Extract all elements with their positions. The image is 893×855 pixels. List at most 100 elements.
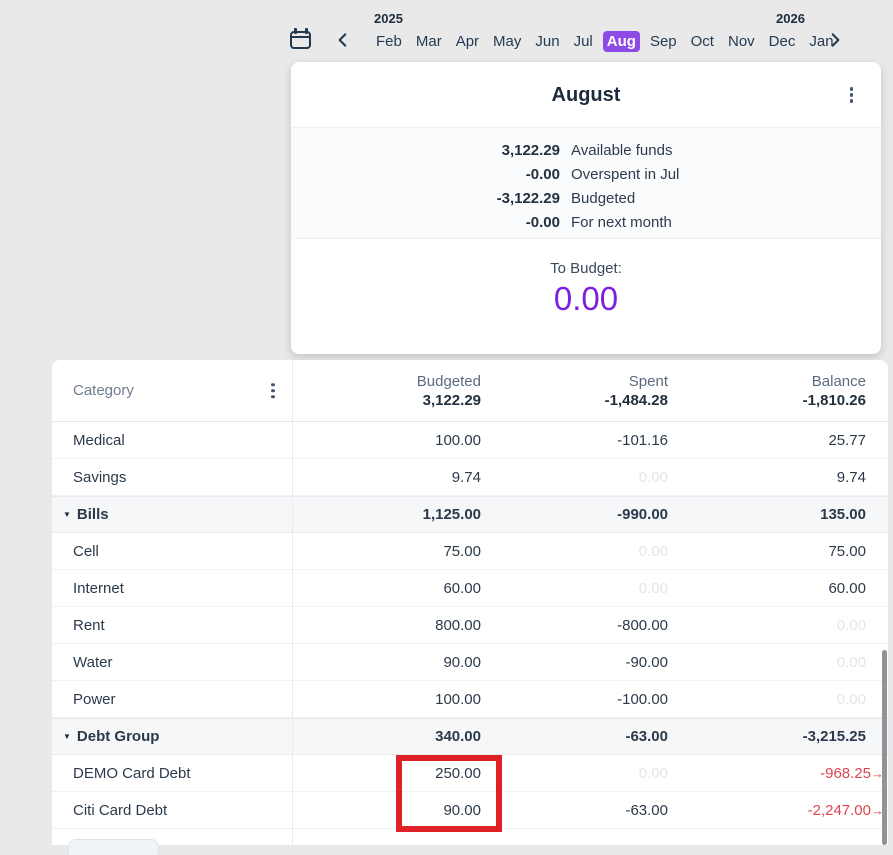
add-group-button[interactable] [68, 839, 159, 855]
category-row-cell: Cell 75.000.0075.00 [52, 533, 888, 570]
category-label: Power [73, 691, 116, 708]
balance-cell[interactable]: 75.00 [668, 543, 888, 560]
spent-cell[interactable]: 0.00 [481, 580, 668, 597]
summary-label: Available funds [571, 142, 672, 159]
summary-value: -0.00 [291, 214, 560, 231]
calendar-button[interactable] [290, 28, 312, 50]
spent-cell[interactable]: -800.00 [481, 617, 668, 634]
category-label: Savings [73, 469, 126, 486]
category-name[interactable]: Internet [52, 580, 292, 597]
spent-cell[interactable]: -63.00 [481, 802, 668, 819]
summary-value: -0.00 [291, 166, 560, 183]
chevron-left-icon[interactable] [334, 31, 352, 49]
category-row-medical: Medical 100.00-101.1625.77 [52, 422, 888, 459]
category-label: Bills [77, 506, 109, 523]
category-name[interactable]: Cell [52, 543, 292, 560]
month-summary: 3,122.29 Available funds -0.00 Overspent in… [291, 127, 881, 239]
to-budget-value[interactable]: 0.00 [291, 280, 881, 318]
category-label: Cell [73, 543, 99, 560]
balance-cell[interactable]: 135.00 [668, 506, 888, 523]
summary-line: -0.00 For next month [291, 210, 881, 234]
budgeted-cell[interactable]: 800.00 [292, 617, 481, 634]
balance-cell[interactable]: -3,215.25 [668, 728, 888, 745]
budgeted-column-header[interactable]: Budgeted 3,122.29 [292, 372, 481, 410]
budgeted-cell[interactable]: 90.00 [292, 654, 481, 671]
summary-label: For next month [571, 214, 672, 231]
category-name[interactable]: Rent [52, 617, 292, 634]
budgeted-cell[interactable]: 250.00 [292, 765, 481, 782]
spent-cell[interactable]: 0.00 [481, 765, 668, 782]
spent-cell[interactable]: -100.00 [481, 691, 668, 708]
budgeted-cell[interactable]: 100.00 [292, 691, 481, 708]
month-tab-sep[interactable]: Sep [646, 31, 681, 52]
collapse-triangle-icon[interactable]: ▼ [63, 732, 71, 741]
category-label: Medical [73, 432, 125, 449]
month-tab-aug[interactable]: Aug [603, 31, 640, 52]
year-label-right: 2026 [776, 11, 805, 26]
category-name[interactable]: Citi Card Debt [52, 802, 292, 819]
category-header: Category [52, 360, 292, 421]
column-divider [292, 360, 293, 845]
month-tab-oct[interactable]: Oct [687, 31, 718, 52]
category-name[interactable]: ▼ Bills [52, 506, 292, 523]
balance-cell[interactable]: 9.74 [668, 469, 888, 486]
collapse-triangle-icon[interactable]: ▼ [63, 510, 71, 519]
month-tab-nov[interactable]: Nov [724, 31, 759, 52]
budgeted-cell[interactable]: 60.00 [292, 580, 481, 597]
category-name[interactable]: Savings [52, 469, 292, 486]
spent-cell[interactable]: -63.00 [481, 728, 668, 745]
balance-cell[interactable]: 0.00 [668, 617, 888, 634]
budgeted-cell[interactable]: 90.00 [292, 802, 481, 819]
month-tab-feb[interactable]: Feb [372, 31, 406, 52]
summary-line: 3,122.29 Available funds [291, 138, 881, 162]
summary-label: Overspent in Jul [571, 166, 679, 183]
category-row-demo-card-debt: DEMO Card Debt 250.000.00-968.25→ [52, 755, 888, 792]
budget-table: Category Budgeted 3,122.29 Spent -1,484.… [52, 360, 888, 845]
spent-cell[interactable]: 0.00 [481, 543, 668, 560]
spent-cell[interactable]: 0.00 [481, 469, 668, 486]
spent-column-header[interactable]: Spent -1,484.28 [481, 372, 668, 410]
category-row-water: Water 90.00-90.000.00 [52, 644, 888, 681]
category-row-savings: Savings 9.740.009.74 [52, 459, 888, 496]
summary-value: 3,122.29 [291, 142, 560, 159]
balance-cell[interactable]: -968.25→ [668, 765, 888, 782]
category-label: Water [73, 654, 112, 671]
month-strip: Feb Mar Apr May Jun Jul Aug Sep Oct Nov DecJan [372, 29, 838, 53]
budgeted-cell[interactable]: 340.00 [292, 728, 481, 745]
summary-value: -3,122.29 [291, 190, 560, 207]
category-row-citi-card-debt: Citi Card Debt90.00-63.00-2,247.00→ [52, 792, 888, 829]
month-tab-jan[interactable]: Jan [805, 31, 837, 52]
month-tab-jun[interactable]: Jun [531, 31, 563, 52]
card-header: August [291, 62, 881, 127]
category-name[interactable]: DEMO Card Debt [52, 765, 292, 782]
spent-cell[interactable]: -90.00 [481, 654, 668, 671]
budgeted-cell[interactable]: 9.74 [292, 469, 481, 486]
kebab-menu-icon[interactable] [847, 84, 857, 106]
budgeted-cell[interactable]: 75.00 [292, 543, 481, 560]
month-tab-apr[interactable]: Apr [452, 31, 483, 52]
balance-cell[interactable]: -2,247.00→ [668, 802, 888, 819]
month-tab-jul[interactable]: Jul [570, 31, 597, 52]
kebab-menu-icon[interactable] [268, 380, 278, 402]
month-tab-dec[interactable]: Dec [765, 31, 800, 52]
balance-cell[interactable]: 0.00 [668, 691, 888, 708]
balance-column-header[interactable]: Balance -1,810.26 [668, 372, 888, 410]
month-tab-mar[interactable]: Mar [412, 31, 446, 52]
category-name[interactable]: Water [52, 654, 292, 671]
category-name[interactable]: Medical [52, 432, 292, 449]
balance-cell[interactable]: 25.77 [668, 432, 888, 449]
category-name[interactable]: Power [52, 691, 292, 708]
table-body: Medical100.00-101.1625.77Savings9.740.00… [52, 422, 888, 829]
summary-line: -3,122.29Budgeted [291, 186, 881, 210]
spent-cell[interactable]: -990.00 [481, 506, 668, 523]
category-label: Rent [73, 617, 105, 634]
spent-cell[interactable]: -101.16 [481, 432, 668, 449]
balance-cell[interactable]: 0.00 [668, 654, 888, 671]
budgeted-cell[interactable]: 100.00 [292, 432, 481, 449]
category-name[interactable]: ▼Debt Group [52, 728, 292, 745]
category-label: DEMO Card Debt [73, 765, 191, 782]
balance-cell[interactable]: 60.00 [668, 580, 888, 597]
month-tab-may[interactable]: May [489, 31, 525, 52]
vertical-scrollbar-thumb[interactable] [882, 650, 887, 845]
budgeted-cell[interactable]: 1,125.00 [292, 506, 481, 523]
